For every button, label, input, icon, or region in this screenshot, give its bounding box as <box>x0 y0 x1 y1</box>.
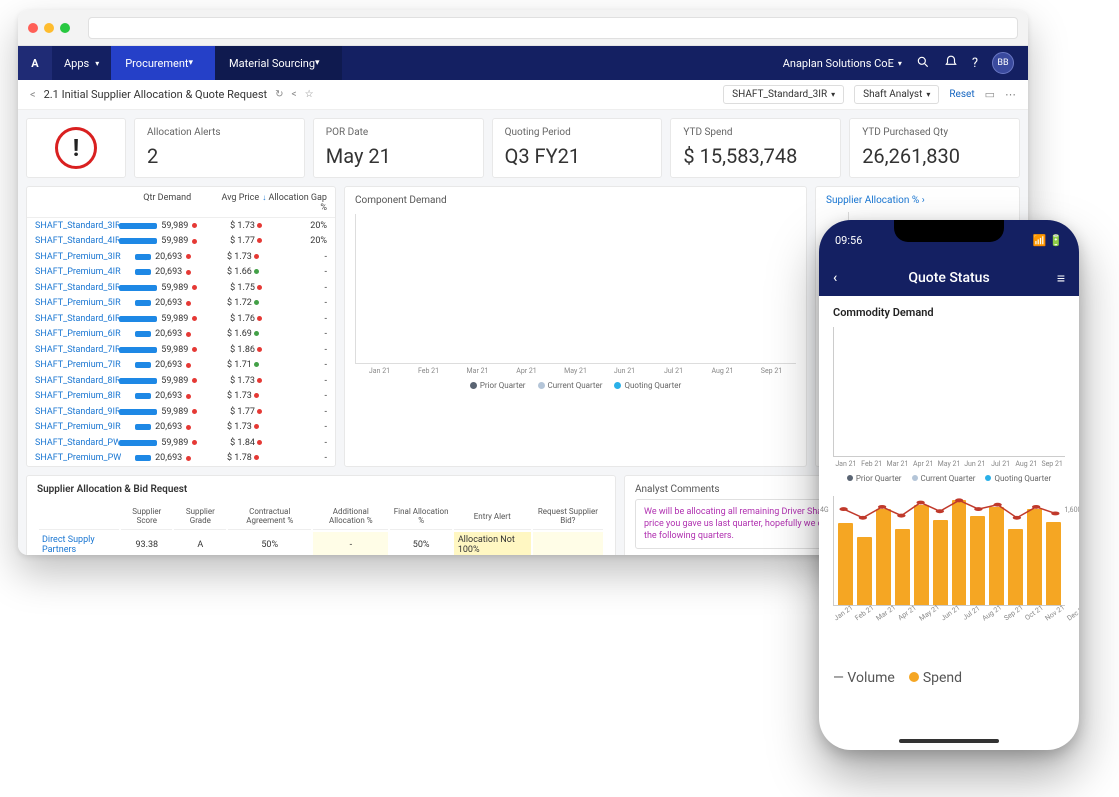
table-row[interactable]: SHAFT_Standard_4IR 59,989 $ 1.77 20% <box>27 234 335 250</box>
component-demand-panel: Component Demand Jan 21Feb 21Mar 21Apr 2… <box>344 186 807 467</box>
filter-role[interactable]: Shaft Analyst▾ <box>854 85 939 104</box>
kpi-label: Quoting Period <box>505 127 650 138</box>
menu-icon[interactable]: ≡ <box>1057 270 1065 287</box>
product-grid-panel: Qtr Demand Avg Price ↓ Allocation Gap % … <box>26 186 336 467</box>
table-row[interactable]: SHAFT_Standard_8IR 59,989 $ 1.73 - <box>27 373 335 389</box>
table-row[interactable]: SHAFT_Premium_8IR 20,693 $ 1.73 - <box>27 389 335 405</box>
brand-logo[interactable]: A <box>18 46 52 80</box>
phone-volume-spend-chart: 4G 1,600k Jan 21Feb 21Mar 21Apr 21May 21… <box>833 496 1065 656</box>
table-row[interactable]: SHAFT_Premium_5IR 20,693 $ 1.72 - <box>27 296 335 312</box>
y-right-label: 1,600k <box>1064 506 1079 514</box>
component-demand-chart: Jan 21Feb 21Mar 21Apr 21May 21Jun 21Jul … <box>345 208 806 400</box>
kpi-alert-icon-card: ! <box>26 118 126 178</box>
home-indicator[interactable] <box>899 739 999 743</box>
table-row[interactable]: SHAFT_Standard_6IR 59,989 $ 1.76 - <box>27 311 335 327</box>
kpi-label: YTD Spend <box>683 127 828 138</box>
phone-commodity-chart: Jan 21Feb 21Mar 21Apr 21May 21Jun 21Jul … <box>833 327 1065 482</box>
window-close-dot[interactable] <box>28 23 38 33</box>
kpi-value: 2 <box>147 144 292 168</box>
user-avatar[interactable]: BB <box>992 52 1014 74</box>
filter-product[interactable]: SHAFT_Standard_3IR▾ <box>723 85 844 104</box>
more-icon[interactable]: ⋯ <box>1005 88 1016 101</box>
phone-header: ‹ Quote Status ≡ <box>819 260 1079 296</box>
kpi-value: $ 15,583,748 <box>683 144 828 168</box>
table-row[interactable]: SHAFT_Standard_7IR 59,989 $ 1.86 - <box>27 342 335 358</box>
table-row[interactable]: SHAFT_Standard_9IR 59,989 $ 1.77 - <box>27 404 335 420</box>
share-icon[interactable]: < <box>292 89 297 100</box>
kpi-label: POR Date <box>326 127 471 138</box>
table-row[interactable]: SHAFT_Premium_7IR 20,693 $ 1.71 - <box>27 358 335 374</box>
nav-tab-procurement[interactable]: Procurement▾ <box>111 46 215 80</box>
panel-title: Component Demand <box>345 187 806 208</box>
kpi-value: Q3 FY21 <box>505 144 650 168</box>
status-time: 09:56 <box>835 234 862 247</box>
page-title: 2.1 Initial Supplier Allocation & Quote … <box>44 88 268 101</box>
table-row[interactable]: SHAFT_Premium_9IR 20,693 $ 1.73 - <box>27 420 335 436</box>
status-icons: 📶 🔋 <box>1033 234 1063 247</box>
sort-icon[interactable]: ↓ <box>262 193 266 202</box>
reset-link[interactable]: Reset <box>949 89 974 100</box>
table-row[interactable]: SHAFT_Standard_3IR 59,989 $ 1.73 20% <box>27 218 335 234</box>
panel-title: Supplier Allocation & Bid Request <box>37 484 605 495</box>
table-row[interactable]: SHAFT_Premium_4IR 20,693 $ 1.66 - <box>27 265 335 281</box>
kpi-label: Allocation Alerts <box>147 127 292 138</box>
kpi-por-date: POR Date May 21 <box>313 118 484 178</box>
back-icon[interactable]: < <box>30 88 36 101</box>
phone-notch <box>894 220 1004 242</box>
back-icon[interactable]: ‹ <box>833 270 837 286</box>
phone-title: Quote Status <box>908 270 989 286</box>
table-row[interactable]: SHAFT_Premium_PW 20,693 $ 1.78 - <box>27 451 335 467</box>
kpi-quoting-period: Quoting Period Q3 FY21 <box>492 118 663 178</box>
refresh-icon[interactable]: ↻ <box>275 89 283 100</box>
table-row[interactable]: Direct Supply Partners93.38A50%-50%Alloc… <box>39 532 603 555</box>
kpi-allocation-alerts: Allocation Alerts 2 <box>134 118 305 178</box>
kpi-label: YTD Purchased Qty <box>862 127 1007 138</box>
window-min-dot[interactable] <box>44 23 54 33</box>
grid-header: Qtr Demand Avg Price ↓ Allocation Gap % <box>27 187 335 218</box>
bell-icon[interactable] <box>944 55 958 72</box>
breadcrumb-bar: < 2.1 Initial Supplier Allocation & Quot… <box>18 80 1028 110</box>
url-bar[interactable] <box>88 17 1018 39</box>
kpi-value: May 21 <box>326 144 471 168</box>
mobile-device: 09:56 📶 🔋 ‹ Quote Status ≡ Commodity Dem… <box>819 220 1079 750</box>
kpi-ytd-spend: YTD Spend $ 15,583,748 <box>670 118 841 178</box>
workspace-label[interactable]: Anaplan Solutions CoE▾ <box>783 57 902 70</box>
table-row[interactable]: SHAFT_Standard_PW 59,989 $ 1.84 - <box>27 435 335 451</box>
table-row[interactable]: SHAFT_Standard_5IR 59,989 $ 1.75 - <box>27 280 335 296</box>
bid-request-panel: Supplier Allocation & Bid Request Suppli… <box>26 475 616 555</box>
y-left-label: 4G <box>820 506 829 514</box>
top-nav: A Apps▾ Procurement▾ Material Sourcing▾ … <box>18 46 1028 80</box>
table-row[interactable]: SHAFT_Premium_6IR 20,693 $ 1.69 - <box>27 327 335 343</box>
kpi-value: 26,261,830 <box>862 144 1007 168</box>
search-icon[interactable] <box>916 55 930 72</box>
window-max-dot[interactable] <box>60 23 70 33</box>
apps-menu[interactable]: Apps▾ <box>52 57 111 70</box>
bid-table: Supplier ScoreSupplier GradeContractual … <box>37 501 605 555</box>
help-icon[interactable]: ? <box>972 56 978 71</box>
comment-icon[interactable]: ▭ <box>985 88 995 101</box>
nav-tab-material-sourcing[interactable]: Material Sourcing▾ <box>215 46 342 80</box>
chevron-right-icon: › <box>922 195 925 206</box>
star-icon[interactable]: ☆ <box>305 89 314 100</box>
panel-title-link[interactable]: Supplier Allocation % › <box>816 187 1019 208</box>
phone-legend: — Volume Spend <box>833 670 1065 686</box>
alert-icon: ! <box>55 127 97 169</box>
kpi-ytd-qty: YTD Purchased Qty 26,261,830 <box>849 118 1020 178</box>
phone-section-title: Commodity Demand <box>833 306 1065 319</box>
table-row[interactable]: SHAFT_Premium_3IR 20,693 $ 1.73 - <box>27 249 335 265</box>
browser-chrome <box>18 10 1028 46</box>
